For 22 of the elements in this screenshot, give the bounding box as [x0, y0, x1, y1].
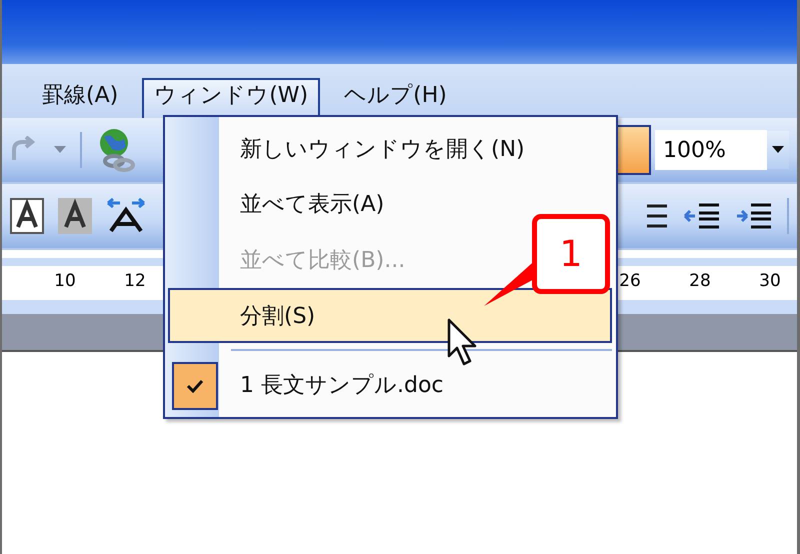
shaded-letter-icon[interactable] [58, 198, 92, 234]
menu-item[interactable]: 1 長文サンプル.doc [170, 370, 444, 400]
ruler-number: 10 [53, 271, 77, 291]
menu-item[interactable]: 並べて表示(A) [170, 189, 384, 220]
decrease-indent-icon[interactable] [683, 201, 721, 231]
ruler-number: 26 [618, 271, 642, 291]
increase-indent-icon[interactable] [735, 201, 773, 231]
menu-bar-item[interactable]: ウィンドウ(W) [142, 78, 320, 118]
zoom-field[interactable]: 100% [655, 130, 767, 170]
callout-number: 1 [532, 214, 610, 294]
ruler-number: 28 [688, 271, 712, 291]
ruler-number: 12 [123, 271, 147, 291]
ruler-number: 30 [758, 271, 782, 291]
caret-icon [772, 146, 784, 154]
character-scale-icon[interactable] [106, 198, 146, 234]
highlighted-menu-item[interactable]: 分割(S) [168, 288, 612, 344]
menu-bar-item[interactable]: 罫線(A) [30, 78, 130, 118]
menu-bar-item[interactable]: ヘルプ(H) [332, 78, 459, 118]
dropdown-caret-icon[interactable] [54, 146, 66, 154]
menu-item[interactable]: 新しいウィンドウを開く(N) [170, 134, 525, 164]
zoom-dropdown-button[interactable] [767, 131, 789, 169]
boxed-letter-icon[interactable] [10, 198, 44, 234]
